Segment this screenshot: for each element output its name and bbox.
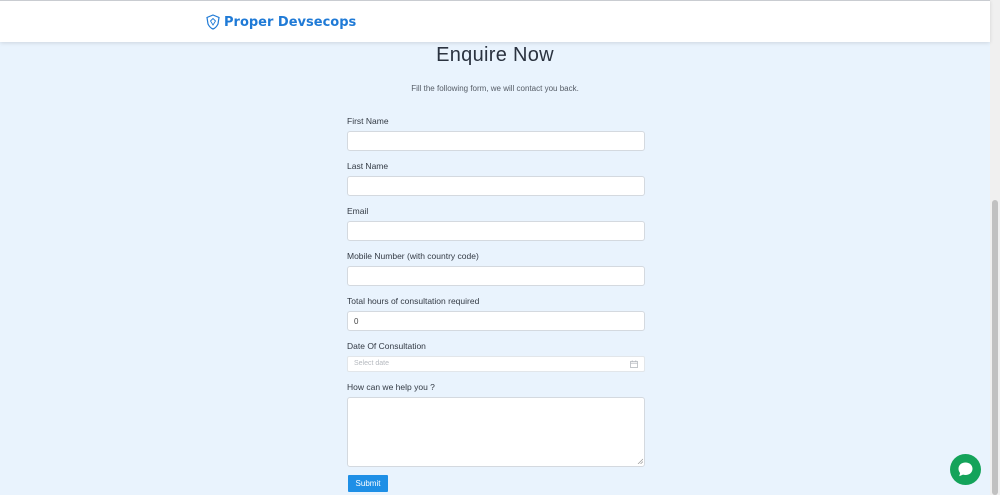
chat-widget-button[interactable] (950, 454, 981, 485)
date-label: Date Of Consultation (347, 341, 426, 351)
calendar-icon (630, 360, 638, 368)
message-textarea[interactable] (347, 397, 645, 467)
top-header: Proper Devsecops (0, 0, 990, 42)
mobile-input[interactable] (347, 266, 645, 286)
brand-name: Proper Devsecops (224, 14, 357, 30)
mobile-label: Mobile Number (with country code) (347, 251, 479, 261)
date-picker-field[interactable]: Select date (347, 356, 645, 372)
resize-grip-icon[interactable] (637, 458, 643, 464)
last-name-input[interactable] (347, 176, 645, 196)
page-scrollbar[interactable] (990, 0, 1000, 495)
hours-label: Total hours of consultation required (347, 296, 480, 306)
email-label: Email (347, 206, 369, 216)
page: Proper Devsecops Enquire Now Fill the fo… (0, 0, 1000, 495)
shield-icon (206, 14, 220, 30)
hours-input[interactable] (347, 311, 645, 331)
first-name-input[interactable] (347, 131, 645, 151)
page-subtitle: Fill the following form, we will contact… (411, 84, 579, 93)
last-name-label: Last Name (347, 161, 389, 171)
email-input[interactable] (347, 221, 645, 241)
date-placeholder: Select date (354, 360, 390, 367)
message-label: How can we help you ? (347, 382, 435, 392)
brand-link[interactable]: Proper Devsecops (206, 12, 356, 32)
scrollbar-thumb[interactable] (992, 200, 998, 495)
submit-button[interactable]: Submit (348, 475, 388, 492)
first-name-label: First Name (347, 116, 389, 126)
chat-bubble-icon (958, 462, 973, 477)
page-title: Enquire Now (436, 44, 554, 66)
